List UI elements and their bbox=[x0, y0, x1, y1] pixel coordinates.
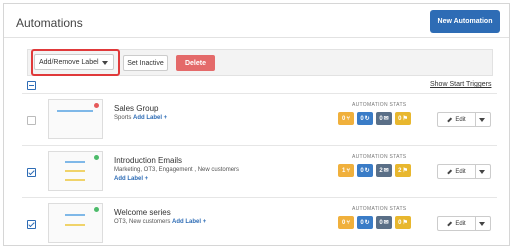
page-title: Automations bbox=[16, 16, 83, 30]
edit-dropdown-icon[interactable] bbox=[479, 222, 485, 226]
edit-dropdown-icon[interactable] bbox=[479, 170, 485, 174]
automations-panel: Automations New Automation Add/Remove La… bbox=[3, 3, 510, 246]
row-checkbox[interactable] bbox=[27, 168, 36, 177]
envelope-icon: ✉ bbox=[383, 168, 389, 174]
thumb-bar bbox=[65, 161, 85, 163]
branch-icon: ⑂ bbox=[346, 167, 350, 174]
stat-value: 0 bbox=[379, 219, 383, 226]
stat-value: 2 bbox=[398, 167, 402, 174]
pencil-icon bbox=[447, 221, 453, 226]
envelope-icon: ✉ bbox=[383, 116, 389, 122]
show-start-triggers-link[interactable]: Show Start Triggers bbox=[430, 81, 491, 88]
delete-button[interactable]: Delete bbox=[176, 55, 215, 71]
edit-button[interactable]: Edit bbox=[438, 165, 476, 178]
thumb-bar bbox=[57, 110, 93, 112]
automation-thumbnail[interactable] bbox=[48, 151, 103, 191]
stat-emails[interactable]: 0 ✉ bbox=[376, 216, 392, 229]
envelope-icon: ✉ bbox=[383, 220, 389, 226]
stat-value: 0 bbox=[360, 115, 364, 122]
refresh-icon: ↻ bbox=[364, 220, 370, 226]
flag-icon: ⚑ bbox=[402, 220, 408, 226]
edit-dropdown-icon[interactable] bbox=[479, 118, 485, 122]
labels-text: Marketing, OT3, Engagement , New custome… bbox=[114, 167, 240, 173]
automation-name[interactable]: Introduction Emails bbox=[114, 156, 182, 165]
row-checkbox[interactable] bbox=[27, 116, 36, 125]
labels-text: Sports bbox=[114, 115, 132, 121]
stat-goals[interactable]: 0 ⚑ bbox=[395, 216, 411, 229]
automation-labels: Marketing, OT3, Engagement , New custome… bbox=[114, 166, 254, 184]
stat-value: 0 bbox=[342, 115, 346, 122]
pencil-icon bbox=[447, 117, 453, 122]
automation-row: Introduction Emails Marketing, OT3, Enga… bbox=[22, 145, 497, 197]
thumb-bar bbox=[65, 179, 85, 181]
select-all-checkbox[interactable] bbox=[27, 81, 36, 90]
edit-label: Edit bbox=[455, 168, 466, 175]
stat-value: 2 bbox=[379, 167, 383, 174]
stat-value: 0 bbox=[398, 115, 402, 122]
stat-emails[interactable]: 0 ✉ bbox=[376, 112, 392, 125]
automation-name[interactable]: Sales Group bbox=[114, 104, 158, 113]
edit-label: Edit bbox=[455, 220, 466, 227]
thumb-bar bbox=[65, 224, 85, 226]
label-select-text: Add/Remove Label bbox=[39, 58, 99, 66]
status-dot bbox=[94, 155, 99, 160]
new-automation-button[interactable]: New Automation bbox=[430, 10, 500, 33]
stat-value: 0 bbox=[379, 115, 383, 122]
edit-button[interactable]: Edit bbox=[438, 217, 476, 230]
stat-value: 0 bbox=[360, 219, 364, 226]
add-remove-label-select[interactable]: Add/Remove Label bbox=[34, 54, 114, 70]
caret-down-icon bbox=[102, 61, 108, 65]
stat-value: 0 bbox=[360, 167, 364, 174]
labels-text: OT3, New customers bbox=[114, 219, 171, 225]
thumb-bar bbox=[65, 170, 85, 172]
automation-labels: Sports Add Label + bbox=[114, 114, 167, 123]
stat-contacts[interactable]: 0 ⑂ bbox=[338, 216, 354, 229]
edit-label: Edit bbox=[455, 116, 466, 123]
stat-active[interactable]: 0 ↻ bbox=[357, 216, 373, 229]
stat-value: 0 bbox=[398, 219, 402, 226]
edit-button-group: Edit bbox=[437, 216, 491, 231]
flag-icon: ⚑ bbox=[402, 116, 408, 122]
row-checkbox[interactable] bbox=[27, 220, 36, 229]
status-dot bbox=[94, 207, 99, 212]
automation-thumbnail[interactable] bbox=[48, 99, 103, 139]
edit-button-group: Edit bbox=[437, 112, 491, 127]
branch-icon: ⑂ bbox=[346, 219, 350, 226]
bulk-actions-toolbar: Add/Remove Label Set Inactive Delete bbox=[27, 49, 493, 76]
stat-emails[interactable]: 2 ✉ bbox=[376, 164, 392, 177]
add-label-link[interactable]: Add Label + bbox=[172, 219, 206, 225]
stat-active[interactable]: 0 ↻ bbox=[357, 112, 373, 125]
stat-goals[interactable]: 2 ⚑ bbox=[395, 164, 411, 177]
refresh-icon: ↻ bbox=[364, 116, 370, 122]
refresh-icon: ↻ bbox=[364, 168, 370, 174]
automation-row: Welcome series OT3, New customers Add La… bbox=[22, 197, 497, 249]
stat-value: 0 bbox=[342, 219, 346, 226]
automation-row: Sales Group Sports Add Label + AUTOMATIO… bbox=[22, 93, 497, 145]
flag-icon: ⚑ bbox=[402, 168, 408, 174]
stat-active[interactable]: 0 ↻ bbox=[357, 164, 373, 177]
automation-labels: OT3, New customers Add Label + bbox=[114, 218, 206, 227]
branch-icon: ⑂ bbox=[346, 115, 350, 122]
stats-title: AUTOMATION STATS bbox=[352, 102, 407, 108]
automation-thumbnail[interactable] bbox=[48, 203, 103, 243]
stat-contacts[interactable]: 1 ⑂ bbox=[338, 164, 354, 177]
stats-title: AUTOMATION STATS bbox=[352, 206, 407, 212]
stat-contacts[interactable]: 0 ⑂ bbox=[338, 112, 354, 125]
automation-name[interactable]: Welcome series bbox=[114, 208, 171, 217]
panel-header: Automations New Automation bbox=[4, 4, 509, 38]
edit-button[interactable]: Edit bbox=[438, 113, 476, 126]
status-dot bbox=[94, 103, 99, 108]
stat-goals[interactable]: 0 ⚑ bbox=[395, 112, 411, 125]
set-inactive-button[interactable]: Set Inactive bbox=[123, 55, 168, 71]
stat-value: 1 bbox=[342, 167, 346, 174]
add-label-link[interactable]: Add Label + bbox=[133, 115, 167, 121]
thumb-bar bbox=[65, 214, 85, 216]
pencil-icon bbox=[447, 169, 453, 174]
edit-button-group: Edit bbox=[437, 164, 491, 179]
add-label-link[interactable]: Add Label + bbox=[114, 176, 148, 182]
stats-title: AUTOMATION STATS bbox=[352, 154, 407, 160]
